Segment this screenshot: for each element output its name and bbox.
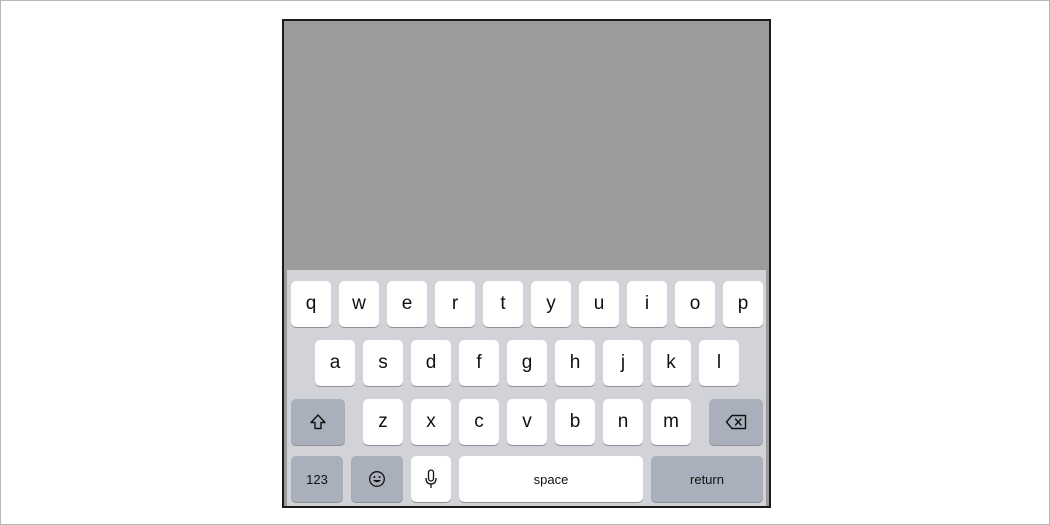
key-f[interactable]: f <box>459 340 499 386</box>
key-k[interactable]: k <box>651 340 691 386</box>
page-frame: q w e r t y u i o p a s d f g h j k l z … <box>0 0 1050 525</box>
return-key[interactable]: return <box>651 456 763 502</box>
key-b[interactable]: b <box>555 399 595 445</box>
dictation-key[interactable] <box>411 456 451 502</box>
key-n[interactable]: n <box>603 399 643 445</box>
key-p[interactable]: p <box>723 281 763 327</box>
key-j[interactable]: j <box>603 340 643 386</box>
numbers-key[interactable]: 123 <box>291 456 343 502</box>
key-d[interactable]: d <box>411 340 451 386</box>
content-area <box>284 21 769 270</box>
key-a[interactable]: a <box>315 340 355 386</box>
numbers-key-label: 123 <box>306 471 328 487</box>
return-key-label: return <box>690 471 724 487</box>
key-z[interactable]: z <box>363 399 403 445</box>
shift-key[interactable] <box>291 399 345 445</box>
key-e[interactable]: e <box>387 281 427 327</box>
key-q[interactable]: q <box>291 281 331 327</box>
key-t[interactable]: t <box>483 281 523 327</box>
emoji-key[interactable] <box>351 456 403 502</box>
key-w[interactable]: w <box>339 281 379 327</box>
shift-arrow-icon <box>309 413 327 431</box>
key-g[interactable]: g <box>507 340 547 386</box>
key-o[interactable]: o <box>675 281 715 327</box>
key-s[interactable]: s <box>363 340 403 386</box>
key-y[interactable]: y <box>531 281 571 327</box>
key-r[interactable]: r <box>435 281 475 327</box>
microphone-icon <box>424 469 438 489</box>
key-i[interactable]: i <box>627 281 667 327</box>
onscreen-keyboard: q w e r t y u i o p a s d f g h j k l z … <box>287 270 766 506</box>
key-m[interactable]: m <box>651 399 691 445</box>
key-u[interactable]: u <box>579 281 619 327</box>
key-x[interactable]: x <box>411 399 451 445</box>
smiley-icon <box>368 470 386 488</box>
key-h[interactable]: h <box>555 340 595 386</box>
key-v[interactable]: v <box>507 399 547 445</box>
delete-key[interactable] <box>709 399 763 445</box>
space-key-label: space <box>533 471 569 487</box>
key-c[interactable]: c <box>459 399 499 445</box>
space-key[interactable]: space <box>459 456 643 502</box>
backspace-icon <box>725 414 747 430</box>
device-screen: q w e r t y u i o p a s d f g h j k l z … <box>282 19 771 508</box>
key-l[interactable]: l <box>699 340 739 386</box>
